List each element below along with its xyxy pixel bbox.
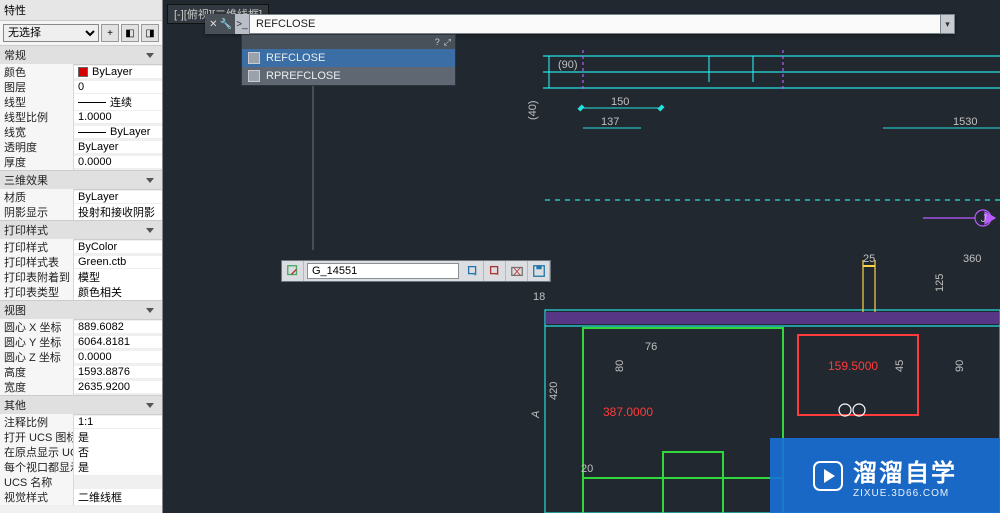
quick-select-button[interactable]: + [101,24,119,42]
refedit-add-button[interactable]: + [462,261,484,281]
prop-value[interactable]: 6064.8181 [74,336,162,349]
prop-name: 厚度 [0,154,74,171]
svg-text:125: 125 [934,274,946,292]
prop-value[interactable]: 889.6082 [74,321,162,334]
linetype-icon [78,102,106,103]
watermark-title: 溜溜自学 [853,453,957,488]
refedit-layer-input[interactable] [307,263,459,279]
svg-text:1530: 1530 [953,116,977,128]
prop-value[interactable] [74,482,162,483]
refedit-toolbar[interactable]: + − [281,260,551,282]
selection-row: 无选择 + ◧ ◨ [0,21,162,45]
svg-text:J: J [980,213,987,225]
category-plotstyle[interactable]: 打印样式 [0,220,162,240]
svg-text:420: 420 [548,382,560,400]
play-icon [813,461,843,491]
drawing-canvas[interactable]: [-][俯视][二维线框] 150 137 [163,0,1000,513]
category-view[interactable]: 视图 [0,300,162,320]
prop-value[interactable]: 2635.9200 [74,381,162,394]
properties-palette: 特性 无选择 + ◧ ◨ 常规 颜色ByLayer 图层0 线型连续 线型比例1… [0,0,163,513]
prop-name: 宽度 [0,379,74,396]
refedit-discard-button[interactable] [506,261,528,281]
prop-value[interactable]: 是 [74,459,162,476]
command-icon [248,52,260,64]
palette-title: 特性 [0,0,162,21]
prop-value[interactable]: 1:1 [74,416,162,429]
command-bar-handle[interactable]: ✕ 🔧 [205,14,235,34]
category-label: 其他 [4,397,26,413]
refedit-edit-button[interactable] [282,261,304,281]
command-prompt-icon: >_ [235,14,249,34]
command-bar: ✕ 🔧 >_ ▾ [205,14,955,34]
prop-value[interactable]: 0.0000 [74,351,162,364]
svg-text:A: A [530,411,542,419]
category-label: 打印样式 [4,222,48,238]
color-swatch-icon [78,67,88,77]
prop-name: 打印表类型 [0,284,74,301]
prop-value[interactable]: 颜色相关 [74,284,162,301]
svg-text:20: 20 [581,463,593,475]
prop-value[interactable]: ByColor [74,241,162,254]
wrench-icon[interactable]: 🔧 [220,19,232,30]
category-misc[interactable]: 其他 [0,395,162,415]
command-input[interactable] [249,14,941,34]
prop-value[interactable]: 投射和接收阴影 [74,204,162,221]
command-suggestion-popup: ? ⤢ REFCLOSE RPREFCLOSE [241,34,456,86]
chevron-down-icon [146,308,154,313]
suggestion-item[interactable]: RPREFCLOSE [242,67,455,85]
category-label: 视图 [4,302,26,318]
svg-text:76: 76 [645,341,657,353]
svg-text:+: + [473,271,477,278]
svg-text:360: 360 [963,253,981,265]
category-label: 常规 [4,47,26,63]
suggestion-item[interactable]: REFCLOSE [242,49,455,67]
prop-name: 视觉样式 [0,489,74,506]
prop-value[interactable]: ByLayer [74,126,162,139]
watermark-overlay: 溜溜自学 ZIXUE.3D66.COM [770,438,1000,513]
category-general[interactable]: 常规 [0,45,162,65]
command-icon [248,70,260,82]
prop-value[interactable]: 0.0000 [74,156,162,169]
refedit-save-button[interactable] [528,261,550,281]
chevron-down-icon [146,178,154,183]
pickadd-toggle-button[interactable]: ◧ [121,24,139,42]
chevron-down-icon [146,228,154,233]
prop-value[interactable]: ByLayer [74,191,162,204]
svg-text:387.0000: 387.0000 [603,405,653,419]
svg-text:−: − [495,271,499,278]
category-3d[interactable]: 三维效果 [0,170,162,190]
prop-value[interactable]: ByLayer [74,66,162,79]
prop-value[interactable]: 连续 [74,94,162,111]
svg-text:(90): (90) [558,59,578,71]
svg-text:45: 45 [894,360,906,372]
prop-value[interactable]: 1.0000 [74,111,162,124]
svg-text:90: 90 [954,360,966,372]
lineweight-icon [78,132,106,133]
help-icon[interactable]: ? [435,37,440,47]
svg-text:25: 25 [863,253,875,265]
chevron-down-icon [146,403,154,408]
category-label: 三维效果 [4,172,48,188]
svg-text:150: 150 [611,96,629,108]
prop-value[interactable]: 二维线框 [74,489,162,506]
refedit-remove-button[interactable]: − [484,261,506,281]
svg-text:159.5000: 159.5000 [828,359,878,373]
prop-name: 阴影显示 [0,204,74,221]
svg-text:80: 80 [614,360,626,372]
close-icon[interactable]: ✕ [209,19,217,30]
prop-value[interactable]: 1593.8876 [74,366,162,379]
svg-text:18: 18 [533,291,545,303]
prop-value[interactable]: Green.ctb [74,256,162,269]
expand-icon[interactable]: ⤢ [444,37,451,48]
watermark-url: ZIXUE.3D66.COM [853,488,957,499]
svg-text:137: 137 [601,116,619,128]
prop-value[interactable]: ByLayer [74,141,162,154]
selection-dropdown[interactable]: 无选择 [3,24,99,42]
command-history-dropdown[interactable]: ▾ [941,14,955,34]
prop-value[interactable]: 0 [74,81,162,94]
select-objects-button[interactable]: ◨ [141,24,159,42]
chevron-down-icon [146,53,154,58]
svg-text:(40): (40) [527,100,539,120]
